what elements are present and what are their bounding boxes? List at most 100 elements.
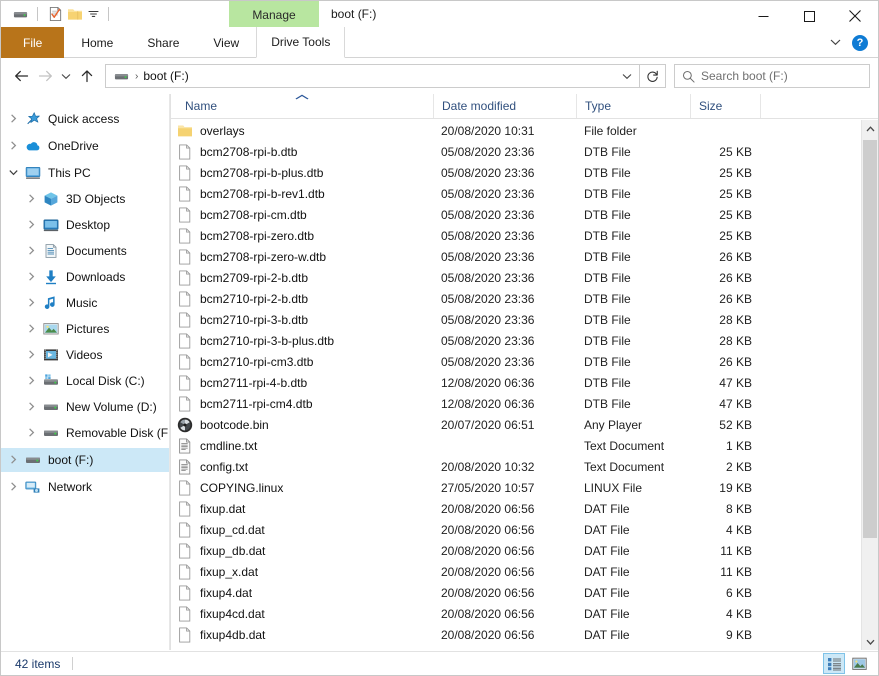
breadcrumb-bar[interactable]: › boot (F:) [105,64,640,88]
drive-icon[interactable] [10,4,30,24]
chevron-right-icon[interactable] [21,401,41,413]
column-header-blank[interactable] [760,94,858,118]
properties-icon[interactable] [45,4,65,24]
chevron-right-icon[interactable] [21,349,41,361]
sidebar-item-pictures[interactable]: Pictures [1,317,170,341]
file-row[interactable]: fixup_x.dat 20/08/2020 06:56 DAT File 11 KB [171,561,861,582]
file-row[interactable]: fixup4.dat 20/08/2020 06:56 DAT File 6 KB [171,582,861,603]
sidebar-item-onedrive[interactable]: OneDrive [1,134,170,158]
search-input[interactable]: Search boot (F:) [701,69,788,83]
file-row[interactable]: cmdline.txt Text Document 1 KB [171,435,861,456]
file-explorer-window: Manage boot (F:) File Home Share View Dr… [0,0,879,676]
details-view-button[interactable] [823,653,845,674]
column-header-type[interactable]: Type [576,94,690,118]
chevron-right-icon[interactable] [21,375,41,387]
file-name-label: bcm2711-rpi-4-b.dtb [200,375,308,390]
sidebar-item-videos[interactable]: Videos [1,343,170,367]
breadcrumb-current-path[interactable]: boot (F:) [143,69,188,83]
file-row[interactable]: fixup4db.dat 20/08/2020 06:56 DAT File 9 KB [171,624,861,645]
sidebar-item-local-disk-c[interactable]: Local Disk (C:) [1,369,170,393]
file-row[interactable]: bcm2708-rpi-b-plus.dtb 05/08/2020 23:36 DT… [171,162,861,183]
address-dropdown-chevron-icon[interactable] [615,65,639,87]
file-row[interactable]: bcm2708-rpi-zero-w.dtb 05/08/2020 23:36 DT… [171,246,861,267]
sidebar-item-removable-disk-f[interactable]: Removable Disk (F:) [1,421,170,445]
collapse-ribbon-chevron-icon[interactable] [826,37,844,49]
chevron-right-icon[interactable] [3,481,23,493]
file-list-scrollbar[interactable] [861,120,878,650]
forward-button[interactable] [33,64,57,88]
refresh-button[interactable] [640,64,666,88]
scrollbar-thumb[interactable] [863,140,877,538]
chevron-right-icon[interactable] [21,245,41,257]
sidebar-item-documents[interactable]: Documents [1,239,170,263]
help-icon[interactable]: ? [852,34,868,51]
file-row[interactable]: fixup4cd.dat 20/08/2020 06:56 DAT File 4 KB [171,603,861,624]
chevron-right-icon[interactable] [21,193,41,205]
file-row[interactable]: fixup.dat 20/08/2020 06:56 DAT File 8 KB [171,498,861,519]
sidebar-item-3d-objects[interactable]: 3D Objects [1,187,170,211]
file-name-cell: bcm2711-rpi-cm4.dtb [171,395,433,412]
chevron-right-icon[interactable] [21,427,41,439]
drive-icon [23,452,43,468]
file-row[interactable]: bcm2709-rpi-2-b.dtb 05/08/2020 23:36 DTB F… [171,267,861,288]
file-row[interactable]: overlays 20/08/2020 10:31 File folder [171,120,861,141]
column-header-size[interactable]: Size [690,94,760,118]
file-row[interactable]: fixup_cd.dat 20/08/2020 06:56 DAT File 4 KB [171,519,861,540]
back-button[interactable] [9,64,33,88]
tab-home[interactable]: Home [64,27,130,58]
column-header-name[interactable]: Name [171,94,433,118]
scroll-down-button[interactable] [862,633,878,650]
file-row[interactable]: bcm2708-rpi-b.dtb 05/08/2020 23:36 DTB Fil… [171,141,861,162]
scroll-up-button[interactable] [862,120,878,137]
chevron-right-icon[interactable] [3,140,23,152]
sidebar-item-this-pc[interactable]: This PC [1,161,170,185]
sidebar-item-new-volume-d[interactable]: New Volume (D:) [1,395,170,419]
status-bar: 42 items [1,651,878,675]
file-row[interactable]: bcm2711-rpi-cm4.dtb 12/08/2020 06:36 DTB F… [171,393,861,414]
recent-locations-chevron-icon[interactable] [57,64,75,88]
large-icons-view-button[interactable] [848,653,870,674]
search-icon [675,70,701,83]
sidebar-item-desktop[interactable]: Desktop [1,213,170,237]
sidebar-item-network[interactable]: Network [1,475,170,499]
tab-drive-tools[interactable]: Drive Tools [256,27,346,58]
sidebar-item-music[interactable]: Music [1,291,170,315]
column-header-date-modified[interactable]: Date modified [433,94,576,118]
tab-file[interactable]: File [1,27,65,58]
chevron-right-icon[interactable] [3,113,23,125]
sidebar-item-downloads[interactable]: Downloads [1,265,170,289]
file-row[interactable]: fixup_db.dat 20/08/2020 06:56 DAT File 11 K… [171,540,861,561]
file-row[interactable]: bcm2708-rpi-zero.dtb 05/08/2020 23:36 DTB … [171,225,861,246]
file-row[interactable]: bcm2710-rpi-3-b-plus.dtb 05/08/2020 23:36… [171,330,861,351]
file-row[interactable]: bcm2710-rpi-2-b.dtb 05/08/2020 23:36 DTB F… [171,288,861,309]
chevron-right-icon[interactable] [21,271,41,283]
file-row[interactable]: bcm2710-rpi-cm3.dtb 05/08/2020 23:36 DTB F… [171,351,861,372]
file-row[interactable]: bootcode.bin 20/07/2020 06:51 Any Player 52… [171,414,861,435]
sidebar-item-quick-access[interactable]: Quick access [1,107,170,131]
file-icon [177,395,193,412]
chevron-right-icon[interactable] [3,454,23,466]
new-folder-icon[interactable] [65,4,85,24]
file-row[interactable]: bcm2708-rpi-b-rev1.dtb 05/08/2020 23:36 DT… [171,183,861,204]
search-box[interactable]: Search boot (F:) [674,64,870,88]
view-toggle-group [823,653,870,674]
file-row[interactable]: config.txt 20/08/2020 10:32 Text Document 2… [171,456,861,477]
chevron-right-icon[interactable] [21,297,41,309]
file-type-cell: DTB File [584,165,631,180]
tab-view[interactable]: View [196,27,256,58]
desktop-icon [41,217,61,233]
file-row[interactable]: bcm2711-rpi-4-b.dtb 12/08/2020 06:36 DTB F… [171,372,861,393]
cube-icon [41,191,61,207]
file-name-cell: bcm2710-rpi-cm3.dtb [171,353,433,370]
file-row[interactable]: bcm2710-rpi-3-b.dtb 05/08/2020 23:36 DTB F… [171,309,861,330]
chevron-right-icon[interactable] [21,323,41,335]
chevron-right-icon[interactable] [21,219,41,231]
file-row[interactable]: bcm2708-rpi-cm.dtb 05/08/2020 23:36 DTB Fi… [171,204,861,225]
breadcrumb-separator[interactable]: › [135,71,138,82]
up-button[interactable] [75,64,99,88]
tab-share[interactable]: Share [130,27,196,58]
chevron-down-icon[interactable] [3,168,23,178]
customize-quick-access-chevron-icon[interactable] [85,4,101,24]
sidebar-item-boot-f[interactable]: boot (F:) [1,448,170,472]
file-row[interactable]: COPYING.linux 27/05/2020 10:57 LINUX File 1… [171,477,861,498]
